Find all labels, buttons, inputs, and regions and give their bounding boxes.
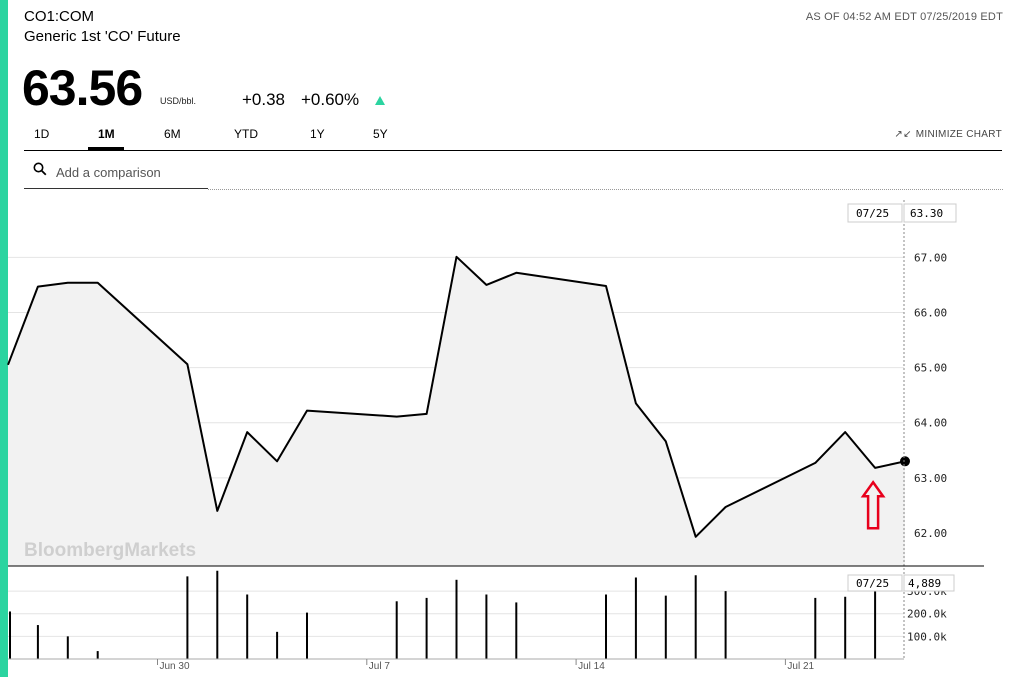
minimize-chart-label: MINIMIZE CHART [915, 129, 1002, 140]
last-price: 63.56 [22, 60, 143, 116]
tab-1y[interactable]: 1Y [310, 127, 325, 141]
tab-ytd[interactable]: YTD [234, 127, 258, 141]
timeframe-tabs: 1D 1M 6M YTD 1Y 5Y ↗↙ MINIMIZE CHART [24, 124, 1002, 151]
price-tick-label: 67.00 [914, 251, 947, 264]
comparison-input-underline [24, 188, 208, 189]
price-tick-label: 65.00 [914, 362, 947, 375]
comparison-search-input[interactable] [56, 160, 206, 184]
price-chart[interactable]: BloombergMarkets 62.00 63.00 64.00 65.00 66.0… [0, 195, 1009, 677]
price-area [8, 256, 905, 566]
price-change-percent: +0.60% [301, 90, 360, 109]
up-arrow-icon [375, 96, 385, 105]
price-tick-label: 63.00 [914, 472, 947, 485]
tab-6m[interactable]: 6M [164, 127, 181, 141]
ticker-symbol: CO1:COM [24, 8, 95, 25]
x-tick-label: Jul 7 [369, 661, 391, 672]
price-value-label: 63.30 [910, 207, 943, 220]
volume-value-label: 4,889 [908, 577, 941, 590]
price-tick-label: 64.00 [914, 417, 947, 430]
price-tick-label: 62.00 [914, 527, 947, 540]
x-tick-label: Jun 30 [160, 661, 190, 672]
watermark-text: BloombergMarkets [24, 540, 196, 561]
x-tick-label: Jul 21 [787, 661, 814, 672]
x-tick-label: Jul 14 [578, 661, 605, 672]
price-tick-label: 66.00 [914, 306, 947, 319]
tab-1d[interactable]: 1D [34, 127, 49, 141]
price-unit: USD/bbl. [160, 96, 197, 106]
tab-1m[interactable]: 1M [98, 127, 115, 141]
as-of-timestamp: AS OF 04:52 AM EDT 07/25/2019 EDT [805, 11, 1003, 23]
last-price-marker [900, 456, 910, 467]
price-date-label: 07/25 [856, 207, 889, 220]
volume-tick-label: 100.0k [907, 630, 947, 643]
instrument-name: Generic 1st 'CO' Future [24, 28, 181, 45]
search-icon [33, 162, 47, 176]
tab-5y[interactable]: 5Y [373, 127, 388, 141]
price-change: +0.38 [242, 90, 286, 109]
minimize-icon: ↗↙ [894, 129, 912, 140]
minimize-chart-button[interactable]: ↗↙ MINIMIZE CHART [894, 129, 1002, 140]
volume-tick-label: 200.0k [907, 608, 947, 621]
active-tab-indicator [88, 147, 124, 150]
volume-date-label: 07/25 [856, 577, 889, 590]
divider [208, 189, 1003, 190]
